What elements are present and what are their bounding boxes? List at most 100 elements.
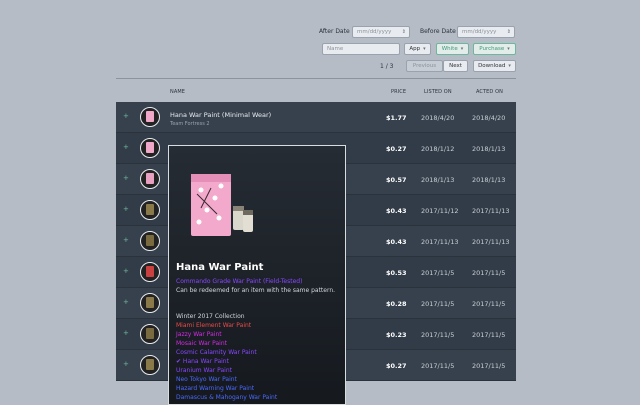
white-dropdown[interactable]: White ▾ [436, 43, 469, 55]
item-color-swatch [146, 142, 154, 153]
item-price: $1.77 [386, 114, 407, 122]
item-acted-on: 2018/1/13 [472, 176, 506, 184]
expand-icon[interactable]: + [123, 236, 129, 244]
item-listed-on: 2017/11/5 [421, 362, 455, 370]
item-color-swatch [146, 173, 154, 184]
item-acted-on: 2017/11/13 [472, 207, 510, 215]
table-row[interactable]: + Hana War Paint (Minimal Wear) Team Fortr… [116, 102, 516, 133]
tooltip-title: Hana War Paint [176, 262, 264, 273]
collection-item: Miami Element War Paint [176, 322, 252, 329]
item-listed-on: 2017/11/5 [421, 300, 455, 308]
before-date-input[interactable]: mm/dd/yyyy ⇕ [457, 26, 515, 38]
item-name[interactable]: Hana War Paint (Minimal Wear) [170, 111, 271, 119]
item-price: $0.27 [386, 145, 407, 153]
before-date-placeholder: mm/dd/yyyy [462, 29, 497, 35]
name-filter-input[interactable]: Name [322, 43, 400, 55]
item-price: $0.27 [386, 362, 407, 370]
download-dropdown[interactable]: Download ▾ [473, 60, 516, 72]
collection-item: Hazard Warning War Paint [176, 385, 255, 392]
item-thumbnail [140, 293, 160, 313]
item-acted-on: 2018/4/20 [472, 114, 506, 122]
spinner-icon: ⇕ [506, 29, 511, 35]
item-thumbnail [140, 262, 160, 282]
item-acted-on: 2018/1/13 [472, 145, 506, 153]
expand-icon[interactable]: + [123, 112, 129, 120]
item-price: $0.28 [386, 300, 407, 308]
item-game: Team Fortress 2 [170, 121, 210, 127]
collection-item: Jazzy War Paint [176, 331, 222, 338]
item-color-swatch [146, 204, 154, 215]
collection-item: ✔ Hana War Paint [176, 358, 229, 365]
item-listed-on: 2018/4/20 [421, 114, 455, 122]
item-listed-on: 2017/11/13 [421, 238, 459, 246]
item-color-swatch [146, 235, 154, 246]
collection-item: Uranium War Paint [176, 367, 233, 374]
item-acted-on: 2017/11/13 [472, 238, 510, 246]
previous-button[interactable]: Previous [406, 60, 443, 72]
item-thumbnail [140, 169, 160, 189]
item-color-swatch [146, 328, 154, 339]
spinner-icon: ⇕ [401, 29, 406, 35]
name-placeholder: Name [327, 46, 344, 52]
chevron-down-icon: ▾ [507, 46, 510, 52]
purchase-dropdown-label: Purchase [479, 46, 505, 52]
after-date-label: After Date [319, 28, 350, 35]
item-price: $0.23 [386, 331, 407, 339]
header-acted-on[interactable]: ACTED ON [476, 89, 503, 95]
item-thumbnail [140, 138, 160, 158]
item-acted-on: 2017/11/5 [472, 269, 506, 277]
item-tooltip: Hana War Paint Commando Grade War Paint … [168, 145, 346, 405]
tooltip-collection-title: Winter 2017 Collection [176, 313, 245, 320]
tooltip-description: Can be redeemed for an item with the sam… [176, 287, 336, 294]
item-listed-on: 2017/11/5 [421, 269, 455, 277]
app-dropdown[interactable]: App ▾ [404, 43, 431, 55]
next-button[interactable]: Next [443, 60, 468, 72]
item-acted-on: 2017/11/5 [472, 331, 506, 339]
item-listed-on: 2018/1/12 [421, 145, 455, 153]
app-dropdown-label: App [409, 46, 421, 52]
expand-icon[interactable]: + [123, 205, 129, 213]
chevron-down-icon: ▾ [508, 63, 511, 69]
item-color-swatch [146, 359, 154, 370]
item-price: $0.43 [386, 207, 407, 215]
collection-item: Mosaic War Paint [176, 340, 227, 347]
after-date-input[interactable]: mm/dd/yyyy ⇕ [352, 26, 410, 38]
download-label: Download [478, 63, 506, 69]
expand-icon[interactable]: + [123, 360, 129, 368]
expand-icon[interactable]: + [123, 329, 129, 337]
header-name[interactable]: NAME [170, 89, 185, 95]
chevron-down-icon: ▾ [460, 46, 464, 52]
item-thumbnail [140, 200, 160, 220]
war-paint-image [191, 174, 253, 236]
expand-icon[interactable]: + [123, 267, 129, 275]
item-listed-on: 2017/11/5 [421, 331, 455, 339]
expand-icon[interactable]: + [123, 143, 129, 151]
after-date-placeholder: mm/dd/yyyy [357, 29, 392, 35]
divider [116, 78, 516, 79]
expand-icon[interactable]: + [123, 298, 129, 306]
collection-item: Cosmic Calamity War Paint [176, 349, 257, 356]
expand-icon[interactable]: + [123, 174, 129, 182]
item-price: $0.53 [386, 269, 407, 277]
white-dropdown-label: White [441, 46, 458, 52]
item-thumbnail [140, 324, 160, 344]
header-listed-on[interactable]: LISTED ON [424, 89, 452, 95]
item-listed-on: 2018/1/13 [421, 176, 455, 184]
item-thumbnail [140, 231, 160, 251]
item-color-swatch [146, 111, 154, 122]
chevron-down-icon: ▾ [423, 46, 426, 52]
collection-item: Neo Tokyo War Paint [176, 376, 237, 383]
item-color-swatch [146, 266, 154, 277]
header-price[interactable]: PRICE [391, 89, 406, 95]
purchase-dropdown[interactable]: Purchase ▾ [473, 43, 516, 55]
item-acted-on: 2017/11/5 [472, 300, 506, 308]
pagination-info: 1 / 3 [380, 63, 394, 70]
item-listed-on: 2017/11/12 [421, 207, 459, 215]
item-color-swatch [146, 297, 154, 308]
tooltip-grade: Commando Grade War Paint (Field-Tested) [176, 278, 303, 285]
item-acted-on: 2017/11/5 [472, 362, 506, 370]
item-thumbnail [140, 355, 160, 375]
before-date-label: Before Date [420, 28, 456, 35]
item-thumbnail [140, 107, 160, 127]
item-price: $0.43 [386, 238, 407, 246]
